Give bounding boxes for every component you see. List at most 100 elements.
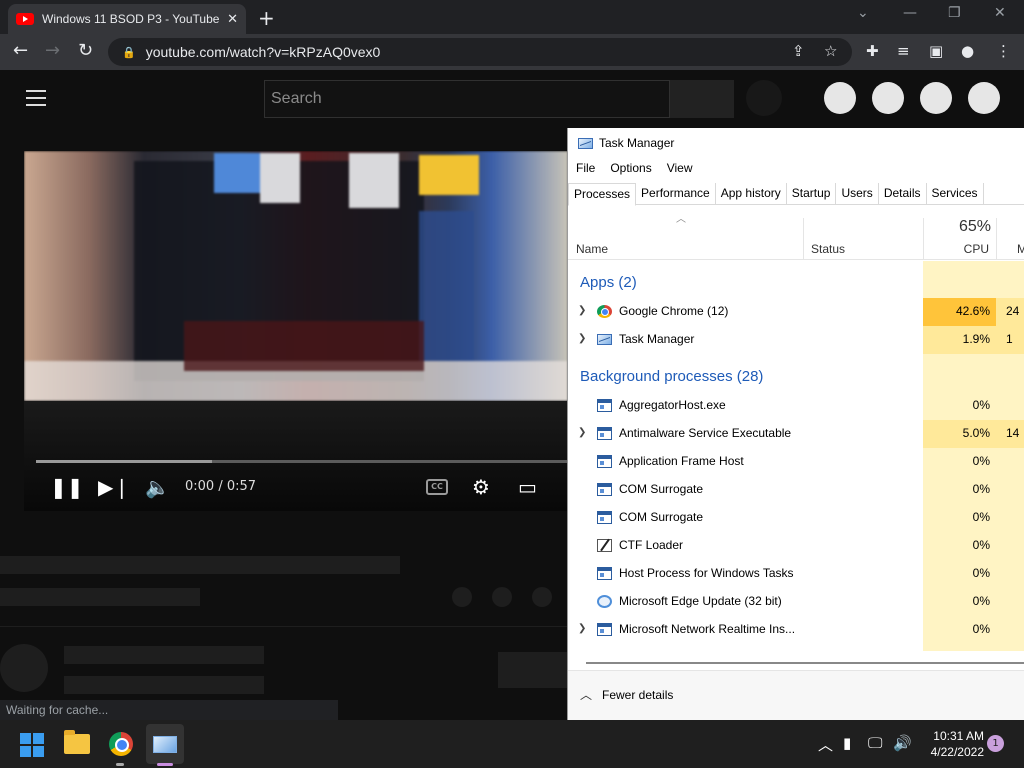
window-icon (597, 455, 612, 468)
column-name[interactable]: Name (576, 242, 608, 256)
tab-startup[interactable]: Startup (787, 183, 837, 204)
process-row[interactable]: Microsoft Edge Update (32 bit) 0% (568, 588, 1024, 616)
process-name: AggregatorHost.exe (619, 398, 726, 412)
hamburger-menu-icon[interactable] (26, 90, 46, 111)
back-button[interactable]: ← (13, 40, 28, 61)
show-hidden-icons-icon[interactable]: ︿ (818, 734, 833, 755)
expand-chevron-icon[interactable]: ❯ (578, 333, 586, 344)
next-icon[interactable]: ▶❘ (98, 475, 130, 499)
tab-processes[interactable]: Processes (568, 183, 637, 206)
search-button[interactable] (670, 80, 734, 118)
profile-icon[interactable]: ● (961, 42, 974, 60)
process-name: COM Surrogate (619, 482, 704, 496)
process-name: Microsoft Edge Update (32 bit) (619, 594, 782, 608)
taskbar: ︿ ▮ 🖵 🔊 10:31 AM 4/22/2022 1 (0, 720, 1024, 768)
pause-icon[interactable]: ❚❚ (50, 475, 84, 499)
chevron-up-icon[interactable]: ︿ (580, 686, 592, 703)
process-cpu: 5.0% (923, 420, 996, 448)
process-row[interactable]: Application Frame Host 0% (568, 448, 1024, 476)
video-player[interactable]: ❚❚ ▶❘ 🔈 0:00 / 0:57 CC ⚙ ▭ (24, 151, 568, 511)
process-row[interactable]: ❯ Microsoft Network Realtime Ins... 0% (568, 616, 1024, 644)
network-icon[interactable]: 🖵 (868, 734, 882, 752)
process-memory (996, 448, 1024, 476)
restore-button[interactable]: ❐ (948, 5, 961, 21)
process-row[interactable]: Host Process for Windows Tasks 0% (568, 560, 1024, 588)
bookmark-star-icon[interactable]: ☆ (824, 42, 837, 60)
notification-badge[interactable]: 1 (987, 735, 1004, 752)
progress-bar[interactable] (36, 460, 568, 463)
miniplayer-icon[interactable]: ▭ (518, 475, 537, 499)
side-panel-icon[interactable]: ▣ (929, 42, 943, 60)
tab-strip: Processes Performance App history Startu… (568, 183, 1024, 206)
header-button-2[interactable] (872, 82, 904, 114)
column-status[interactable]: Status (811, 242, 845, 256)
process-row[interactable]: COM Surrogate 0% (568, 504, 1024, 532)
tab-details[interactable]: Details (879, 183, 927, 204)
close-window-button[interactable]: ✕ (994, 5, 1006, 21)
new-tab-button[interactable]: + (258, 6, 275, 30)
tab-users[interactable]: Users (836, 183, 879, 204)
column-cpu[interactable]: CPU (923, 242, 989, 256)
process-cpu: 0% (972, 398, 990, 412)
tab-performance[interactable]: Performance (636, 183, 716, 204)
lock-icon: 🔒 (122, 45, 136, 59)
chrome-icon[interactable] (109, 732, 133, 756)
windows-start-icon[interactable] (20, 733, 44, 757)
header-button-1[interactable] (824, 82, 856, 114)
window-icon (597, 399, 612, 412)
url-text: youtube.com/watch?v=kRPzAQ0vex0 (145, 44, 381, 60)
address-bar[interactable]: 🔒 youtube.com/watch?v=kRPzAQ0vex0 ⇪ ☆ (108, 38, 852, 66)
file-explorer-icon[interactable] (64, 730, 90, 754)
process-row[interactable]: COM Surrogate 0% (568, 476, 1024, 504)
horizontal-scrollbar[interactable] (586, 662, 1024, 664)
process-row[interactable]: ❯ Task Manager 1.9% 1 (568, 326, 1024, 354)
menu-options[interactable]: Options (610, 161, 651, 175)
reload-button[interactable]: ↻ (78, 40, 93, 61)
close-tab-icon[interactable]: ✕ (227, 12, 238, 27)
volume-icon[interactable]: 🔈 (145, 475, 170, 499)
minimize-button[interactable]: — (903, 5, 917, 21)
media-control-icon[interactable]: ≡ (897, 42, 910, 60)
process-name: COM Surrogate (619, 510, 704, 524)
browser-tab[interactable]: Windows 11 BSOD P3 - YouTube ✕ (8, 4, 246, 34)
share-icon[interactable]: ⇪ (792, 42, 805, 60)
action-placeholder-3 (532, 587, 552, 607)
header-button-3[interactable] (920, 82, 952, 114)
clock[interactable]: 10:31 AM 4/22/2022 (918, 728, 984, 760)
menu-kebab-icon[interactable]: ⋮ (996, 42, 1011, 60)
expand-chevron-icon[interactable]: ❯ (578, 305, 586, 316)
process-cpu: 0% (972, 566, 990, 580)
process-row[interactable]: ❯ Antimalware Service Executable 5.0% 14 (568, 420, 1024, 448)
task-manager-icon (597, 333, 612, 346)
avatar[interactable] (968, 82, 1000, 114)
chrome-running-indicator (116, 763, 124, 766)
search-input[interactable]: Search (264, 80, 670, 118)
window-icon (597, 483, 612, 496)
subscribe-placeholder (498, 652, 568, 688)
captions-icon[interactable]: CC (426, 479, 448, 495)
menu-view[interactable]: View (667, 161, 693, 175)
menu-file[interactable]: File (576, 161, 595, 175)
tray-app-icon[interactable]: ▮ (843, 734, 851, 752)
expand-chevron-icon[interactable]: ❯ (578, 427, 586, 438)
fewer-details-button[interactable]: Fewer details (602, 688, 673, 702)
extensions-icon[interactable]: ✚ (866, 42, 879, 60)
tab-services[interactable]: Services (927, 183, 984, 204)
settings-gear-icon[interactable]: ⚙ (472, 475, 490, 499)
window-icon (597, 567, 612, 580)
speaker-icon[interactable]: 🔊 (893, 734, 912, 752)
tab-app-history[interactable]: App history (716, 183, 787, 204)
process-row[interactable]: AggregatorHost.exe 0% (568, 392, 1024, 420)
process-row[interactable]: ❯ Google Chrome (12) 42.6% 24 (568, 298, 1024, 326)
column-memory[interactable]: M (1017, 242, 1024, 256)
process-memory: 24 (996, 298, 1024, 326)
process-name: Antimalware Service Executable (619, 426, 792, 440)
expand-chevron-icon[interactable]: ❯ (578, 623, 586, 634)
tab-search-icon[interactable]: ⌄ (857, 5, 869, 21)
process-row[interactable]: CTF Loader 0% (568, 532, 1024, 560)
process-name: CTF Loader (619, 538, 684, 552)
forward-button[interactable]: → (45, 40, 60, 61)
tab-title: Windows 11 BSOD P3 - YouTube (42, 12, 220, 26)
process-list: Apps (2) Background processes (28) ❯ Goog… (568, 261, 1024, 651)
voice-search-button[interactable] (746, 80, 782, 116)
